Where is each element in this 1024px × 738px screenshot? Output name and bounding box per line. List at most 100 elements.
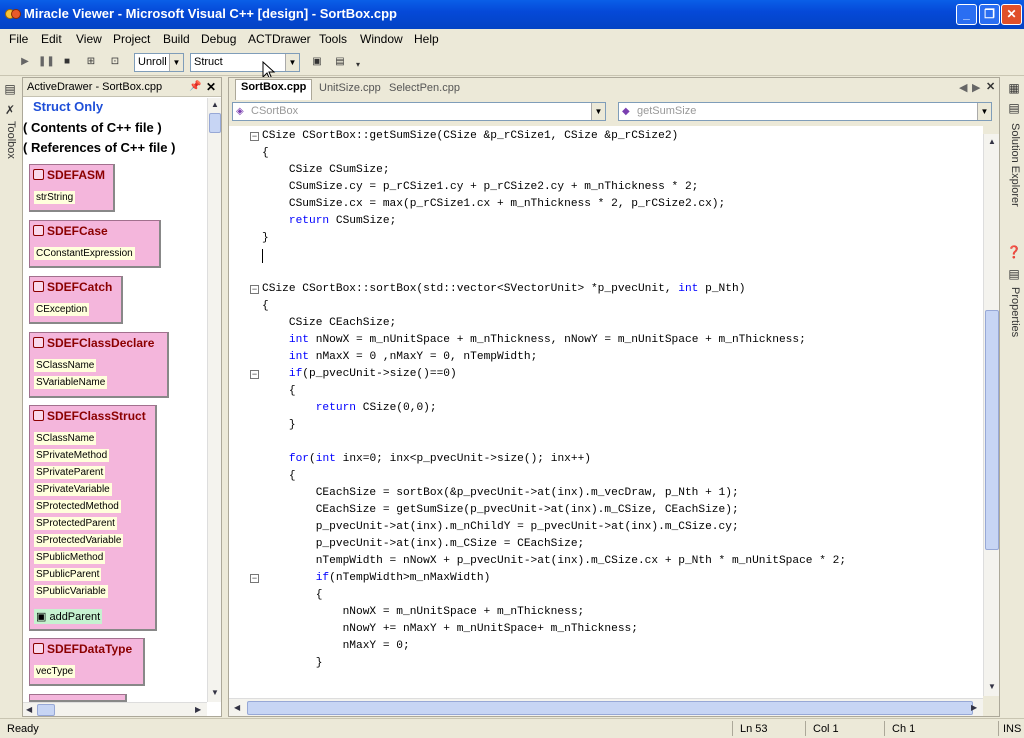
code-area[interactable]: CSize CSortBox::getSumSize(CSize &p_rCSi… <box>229 126 983 698</box>
tab-next-icon[interactable]: ▶ <box>972 81 980 94</box>
struct-box[interactable]: SDEFASM strString <box>29 164 115 212</box>
code-line[interactable]: } <box>262 417 296 434</box>
tab-selectpen[interactable]: SelectPen.cpp <box>389 82 460 94</box>
contents-link[interactable]: ( Contents of C++ file ) <box>23 120 162 135</box>
tab-unitsize[interactable]: UnitSize.cpp <box>319 82 381 94</box>
code-line[interactable]: int nMaxX = 0 ,nMaxY = 0, nTempWidth; <box>262 349 537 366</box>
scroll-right-icon[interactable]: ▶ <box>195 705 201 714</box>
code-line[interactable]: nNowY += nMaxY + m_nUnitSpace+ m_nThickn… <box>262 621 638 638</box>
layout-icon[interactable]: ⊞ <box>84 55 98 69</box>
code-line[interactable]: { <box>262 468 296 485</box>
tab-prev-icon[interactable]: ◀ <box>959 81 967 94</box>
menu-debug[interactable]: Debug <box>201 32 236 46</box>
checkbox-icon[interactable] <box>33 337 44 348</box>
struct-box[interactable]: SDEFClassStruct SClassName SPrivateMetho… <box>29 405 157 631</box>
code-line[interactable]: int nNowX = m_nUnitSpace + m_nThickness,… <box>262 332 806 349</box>
drawer-horizontal-scrollbar[interactable]: ◀ ▶ <box>23 702 207 716</box>
restore-button[interactable]: ❐ <box>979 4 1000 25</box>
code-line[interactable]: for(int inx=0; inx<p_pvecUnit->size(); i… <box>262 451 591 468</box>
menu-view[interactable]: View <box>76 32 102 46</box>
struct-box-partial[interactable] <box>29 694 127 702</box>
scroll-down-icon[interactable]: ▼ <box>211 688 219 697</box>
code-line[interactable]: } <box>262 230 269 247</box>
code-line[interactable]: CSize CSortBox::sortBox(std::vector<SVec… <box>262 281 745 298</box>
struct-box[interactable]: SDEFClassDeclare SClassName SVariableNam… <box>29 332 169 398</box>
scrollbar-thumb[interactable] <box>985 310 999 550</box>
scrollbar-thumb[interactable] <box>247 701 973 715</box>
close-icon[interactable]: ✕ <box>986 80 995 93</box>
code-line[interactable]: CEachSize = getSumSize(p_pvecUnit->at(in… <box>262 502 739 519</box>
struct-dropdown[interactable]: Struct ▼ <box>190 53 300 72</box>
solution-icon[interactable]: ▦ <box>1007 81 1021 95</box>
scroll-left-icon[interactable]: ◀ <box>26 705 32 714</box>
code-line[interactable]: nTempWidth = nNowX + p_pvecUnit->at(inx)… <box>262 553 846 570</box>
code-line[interactable]: nMaxY = 0; <box>262 638 410 655</box>
menu-help[interactable]: Help <box>414 32 439 46</box>
struct-box[interactable]: SDEFCase CConstantExpression <box>29 220 161 268</box>
code-line[interactable]: CEachSize = sortBox(&p_pvecUnit->at(inx)… <box>262 485 739 502</box>
code-line[interactable]: p_pvecUnit->at(inx).m_nChildY = p_pvecUn… <box>262 519 739 536</box>
class-view-icon[interactable]: ▤ <box>1007 101 1021 115</box>
drawer-vertical-scrollbar[interactable]: ▲ ▼ <box>207 98 221 702</box>
menu-project[interactable]: Project <box>113 32 150 46</box>
properties-icon[interactable]: ▤ <box>1007 267 1021 281</box>
struct-box[interactable]: SDEFCatch CException <box>29 276 123 324</box>
scrollbar-thumb[interactable] <box>37 704 55 716</box>
code-line[interactable]: CSumSize.cy = p_rCSize1.cy + p_rCSize2.c… <box>262 179 699 196</box>
checkbox-icon[interactable] <box>33 281 44 292</box>
scroll-down-icon[interactable]: ▼ <box>988 682 996 691</box>
fold-toggle-icon[interactable]: − <box>250 370 259 379</box>
checkbox-icon[interactable] <box>33 643 44 654</box>
editor-vertical-scrollbar[interactable]: ▲ ▼ <box>983 134 999 696</box>
struct-only-link[interactable]: Struct Only <box>33 99 103 114</box>
close-button[interactable]: ✕ <box>1001 4 1022 25</box>
scroll-up-icon[interactable]: ▲ <box>211 100 219 109</box>
code-line[interactable]: CSize CEachSize; <box>262 315 396 332</box>
code-line[interactable]: p_pvecUnit->at(inx).m_CSize = CEachSize; <box>262 536 585 553</box>
code-line[interactable]: CSize CSumSize; <box>262 162 390 179</box>
menu-window[interactable]: Window <box>360 32 403 46</box>
code-line[interactable]: } <box>262 655 323 672</box>
tab-properties[interactable]: Properties <box>1007 287 1021 337</box>
checkbox-icon[interactable] <box>33 225 44 236</box>
code-line[interactable]: { <box>262 145 269 162</box>
server-icon[interactable]: ▤ <box>3 82 17 96</box>
help-icon[interactable]: ❓ <box>1007 245 1021 260</box>
code-line[interactable]: { <box>262 587 323 604</box>
code-line[interactable]: CSize CSortBox::getSumSize(CSize &p_rCSi… <box>262 128 678 145</box>
stop-icon[interactable]: ■ <box>60 55 74 69</box>
code-line[interactable]: return CSumSize; <box>262 213 396 230</box>
unroll-dropdown[interactable]: Unroll ▼ <box>134 53 184 72</box>
struct-method[interactable]: ▣ addParent <box>34 609 103 624</box>
checkbox-icon[interactable] <box>33 410 44 421</box>
code-line[interactable]: { <box>262 383 296 400</box>
scrollbar-thumb[interactable] <box>209 113 221 133</box>
code-line[interactable]: { <box>262 298 269 315</box>
menu-file[interactable]: File <box>9 32 28 46</box>
close-icon[interactable]: ✕ <box>206 80 216 94</box>
scroll-left-icon[interactable]: ◀ <box>234 703 240 712</box>
code-line[interactable]: if(nTempWidth>m_nMaxWidth) <box>262 570 491 587</box>
menu-build[interactable]: Build <box>163 32 190 46</box>
monitor-icon[interactable]: ▣ <box>310 55 324 69</box>
pin-icon[interactable]: 📌 <box>189 81 201 92</box>
minimize-button[interactable]: _ <box>956 4 977 25</box>
scroll-right-icon[interactable]: ▶ <box>971 703 977 712</box>
expand-icon[interactable]: ⊡ <box>108 55 122 69</box>
checkbox-icon[interactable] <box>33 169 44 180</box>
window-icon[interactable]: ▤ <box>333 55 347 69</box>
menu-edit[interactable]: Edit <box>41 32 62 46</box>
class-dropdown[interactable]: ◈ CSortBox ▼ <box>232 102 606 121</box>
code-line[interactable]: return CSize(0,0); <box>262 400 437 417</box>
toolbox-tab[interactable]: Toolbox <box>3 121 17 159</box>
toolbox-icon[interactable]: ✗ <box>3 103 17 117</box>
method-dropdown[interactable]: ◆ getSumSize ▼ <box>618 102 992 121</box>
menu-actdrawer[interactable]: ACTDrawer <box>248 32 311 46</box>
pause-icon[interactable]: ❚❚ <box>38 55 55 69</box>
tab-solution-explorer[interactable]: Solution Explorer <box>1007 123 1021 207</box>
run-icon[interactable]: ▶ <box>18 55 32 69</box>
fold-toggle-icon[interactable]: − <box>250 132 259 141</box>
tab-sortbox[interactable]: SortBox.cpp <box>235 79 313 100</box>
code-line[interactable]: if(p_pvecUnit->size()==0) <box>262 366 457 383</box>
fold-toggle-icon[interactable]: − <box>250 574 259 583</box>
